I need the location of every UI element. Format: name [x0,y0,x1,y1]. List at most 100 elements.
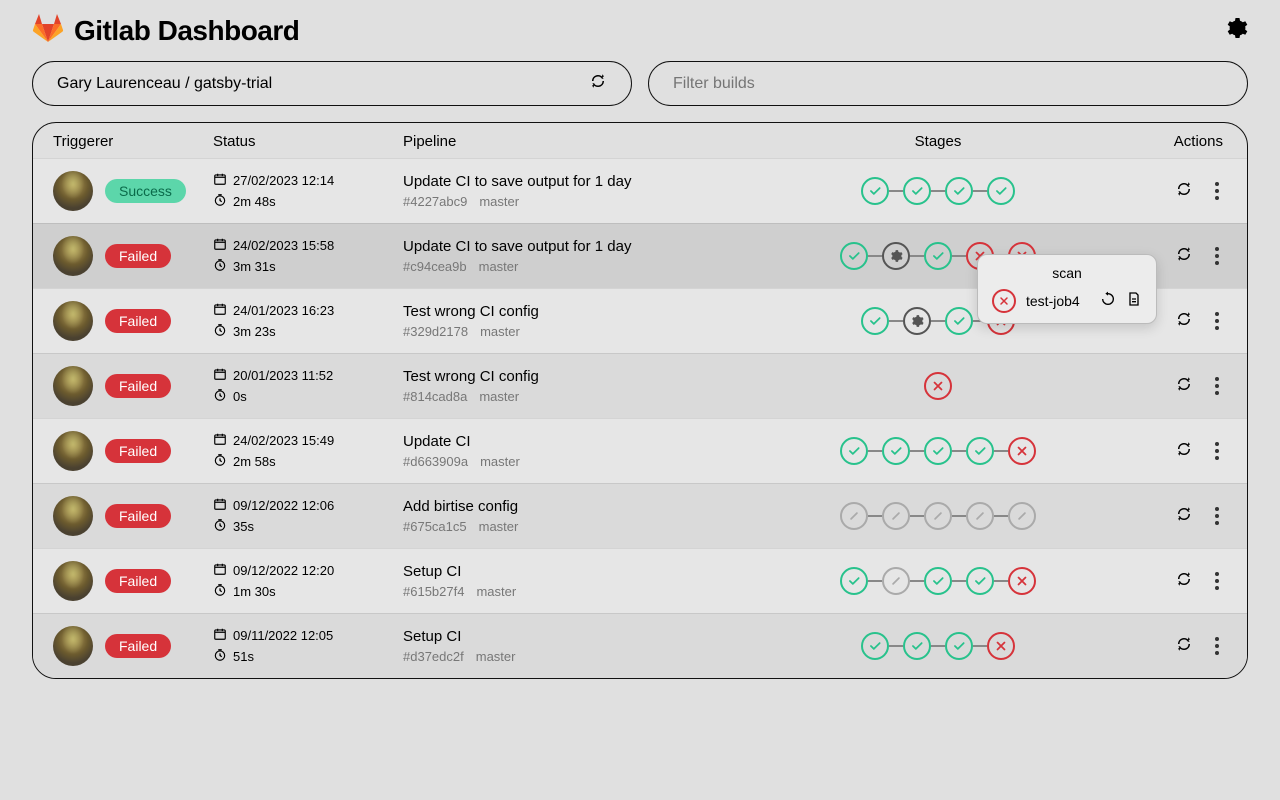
more-actions-button[interactable] [1211,178,1223,204]
stage-connector [994,580,1008,582]
stages-cell [773,502,1103,530]
popover-title: scan [992,265,1142,281]
stage-connector [910,450,924,452]
stage-pass-icon[interactable] [924,567,952,595]
calendar-icon [213,562,227,579]
more-actions-button[interactable] [1211,243,1223,269]
stage-pass-icon[interactable] [945,177,973,205]
avatar [53,561,93,601]
more-actions-button[interactable] [1211,308,1223,334]
stage-connector [910,580,924,582]
stage-pass-icon[interactable] [861,307,889,335]
retry-pipeline-button[interactable] [1175,180,1193,203]
stage-pass-icon[interactable] [882,437,910,465]
stage-pass-icon[interactable] [945,307,973,335]
stage-pass-icon[interactable] [966,567,994,595]
more-actions-button[interactable] [1211,568,1223,594]
retry-pipeline-button[interactable] [1175,440,1193,463]
stage-pass-icon[interactable] [945,632,973,660]
retry-pipeline-button[interactable] [1175,505,1193,528]
stage-popover: scan test-job4 [977,254,1157,324]
table-row[interactable]: Failed 09/12/2022 12:06 35s Add birtise … [33,483,1247,548]
pipeline-branch: master [476,649,516,664]
table-row[interactable]: Failed 24/02/2023 15:49 2m 58s Update CI… [33,418,1247,483]
page-title: Gitlab Dashboard [74,15,299,47]
build-duration: 3m 23s [233,324,276,339]
stage-skipped-icon[interactable] [840,502,868,530]
retry-pipeline-button[interactable] [1175,570,1193,593]
avatar [53,431,93,471]
more-actions-button[interactable] [1211,633,1223,659]
build-duration: 3m 31s [233,259,276,274]
stage-pass-icon[interactable] [861,177,889,205]
build-date: 24/01/2023 16:23 [233,303,334,318]
stage-pass-icon[interactable] [924,242,952,270]
stage-pass-icon[interactable] [840,567,868,595]
stage-pass-icon[interactable] [903,177,931,205]
retry-pipeline-button[interactable] [1175,245,1193,268]
col-actions: Actions [1103,133,1223,150]
popover-job-status-icon [992,289,1016,313]
pipeline-hash: #d37edc2f [403,649,464,664]
table-row[interactable]: Failed 09/12/2022 12:20 1m 30s Setup CI … [33,548,1247,613]
stage-connector [868,580,882,582]
stage-skipped-icon[interactable] [966,502,994,530]
avatar [53,236,93,276]
stage-skipped-icon[interactable] [882,502,910,530]
retry-pipeline-button[interactable] [1175,310,1193,333]
col-triggerer: Triggerer [53,133,213,150]
stage-connector [952,580,966,582]
pipeline-branch: master [476,584,516,599]
stages-cell [773,632,1103,660]
filter-input[interactable] [673,75,1223,93]
status-badge: Failed [105,569,171,593]
more-actions-button[interactable] [1211,503,1223,529]
project-selector[interactable]: Gary Laurenceau / gatsby-trial [32,61,632,106]
stage-fail-icon[interactable] [1008,567,1036,595]
stage-pass-icon[interactable] [861,632,889,660]
project-refresh-button[interactable] [589,72,607,95]
build-duration: 1m 30s [233,584,276,599]
timer-icon [213,453,227,470]
stage-running-icon[interactable] [903,307,931,335]
table-row[interactable]: Failed 20/01/2023 11:52 0s Test wrong CI… [33,353,1247,418]
status-badge: Failed [105,374,171,398]
more-actions-button[interactable] [1211,373,1223,399]
stage-skipped-icon[interactable] [924,502,952,530]
stage-connector [952,515,966,517]
stage-pass-icon[interactable] [840,437,868,465]
retry-job-button[interactable] [1100,291,1116,312]
stage-pass-icon[interactable] [903,632,931,660]
stage-pass-icon[interactable] [987,177,1015,205]
retry-pipeline-button[interactable] [1175,375,1193,398]
stage-connector [889,190,903,192]
filter-builds-field[interactable] [648,61,1248,106]
more-actions-button[interactable] [1211,438,1223,464]
stage-skipped-icon[interactable] [1008,502,1036,530]
table-row[interactable]: Success 27/02/2023 12:14 2m 48s Update C… [33,158,1247,223]
job-log-button[interactable] [1126,291,1142,312]
stage-pass-icon[interactable] [840,242,868,270]
timer-icon [213,583,227,600]
stage-fail-icon[interactable] [924,372,952,400]
stage-skipped-icon[interactable] [882,567,910,595]
stage-running-icon[interactable] [882,242,910,270]
stage-pass-icon[interactable] [924,437,952,465]
calendar-icon [213,237,227,254]
stage-fail-icon[interactable] [1008,437,1036,465]
avatar [53,301,93,341]
pipeline-hash: #4227abc9 [403,194,467,209]
status-badge: Failed [105,244,171,268]
retry-pipeline-button[interactable] [1175,635,1193,658]
stages-cell [773,372,1103,400]
stage-connector [910,515,924,517]
build-date: 20/01/2023 11:52 [233,368,333,383]
table-row[interactable]: Failed 24/02/2023 15:58 3m 31s Update CI… [33,223,1247,288]
settings-button[interactable] [1224,16,1248,45]
avatar [53,626,93,666]
stage-pass-icon[interactable] [966,437,994,465]
pipeline-hash: #675ca1c5 [403,519,467,534]
table-row[interactable]: Failed 09/11/2022 12:05 51s Setup CI #d3… [33,613,1247,678]
stage-fail-icon[interactable] [987,632,1015,660]
status-badge: Success [105,179,186,203]
